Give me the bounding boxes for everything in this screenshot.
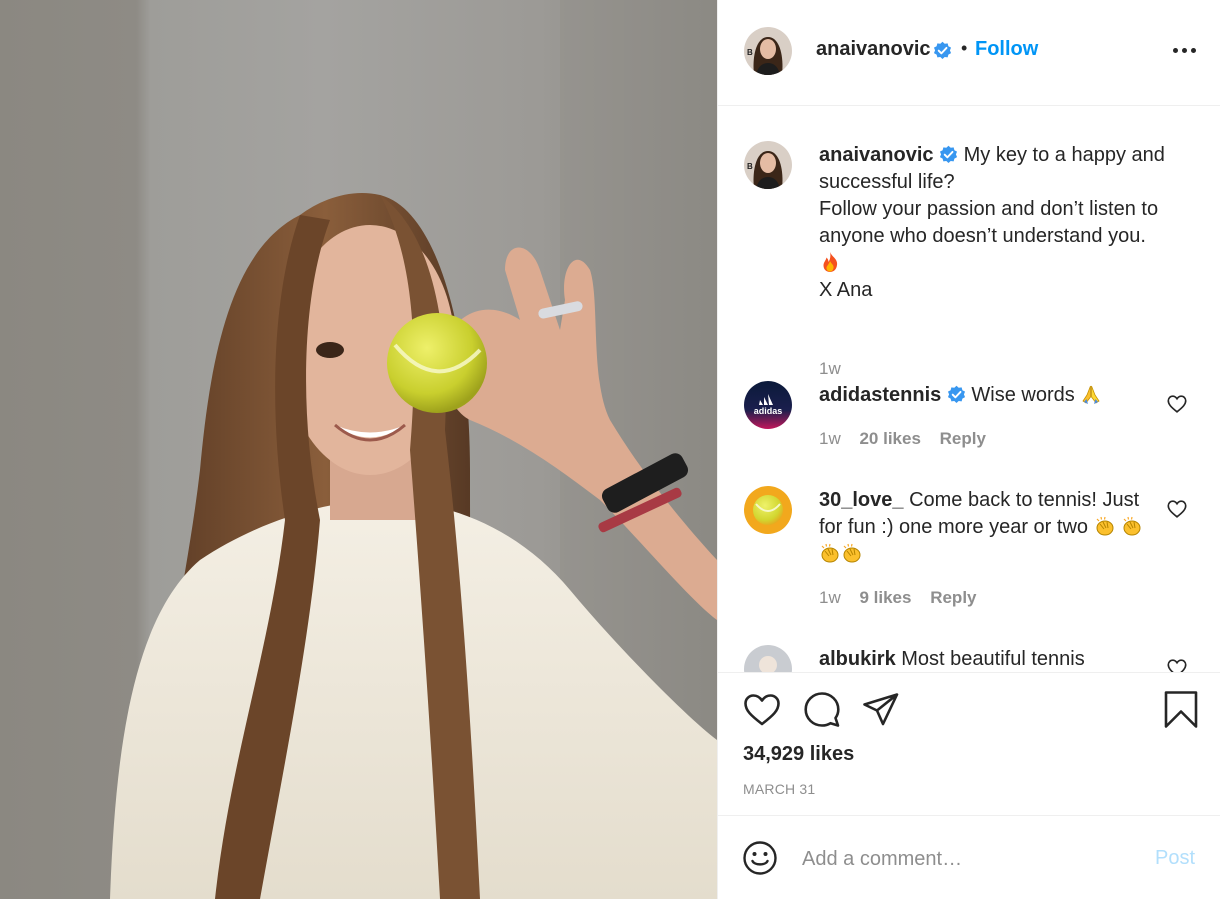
save-bookmark-icon[interactable] — [1161, 690, 1201, 730]
commenter-avatar[interactable] — [744, 645, 792, 672]
header-separator: • — [961, 38, 968, 58]
author-avatar-image: B — [744, 27, 792, 75]
post-header: B anaivanovic • Follow — [718, 0, 1220, 106]
svg-text:B: B — [747, 48, 753, 57]
commenter-avatar-image — [744, 645, 792, 672]
post-photo[interactable] — [0, 0, 717, 899]
svg-text:adidas: adidas — [754, 406, 783, 416]
post-photo-illustration — [110, 0, 717, 899]
comment-likes-count[interactable]: 20 likes — [859, 429, 920, 448]
author-avatar[interactable]: B — [744, 27, 792, 75]
comment-timestamp[interactable]: 1w — [819, 588, 841, 607]
fire-icon — [823, 252, 838, 272]
caption-author-avatar-image: B — [744, 141, 792, 189]
follow-button[interactable]: Follow — [975, 38, 1038, 61]
comment-text: adidastennis Wise words — [819, 382, 1159, 409]
comment-meta: 1w 9 likes Reply — [819, 588, 991, 608]
add-comment-input[interactable] — [802, 844, 1132, 874]
more-options-icon[interactable] — [1173, 42, 1197, 58]
comment-item: 30_love_ Come back to tennis! Just for f… — [718, 486, 1220, 608]
comment-username-link[interactable]: adidastennis — [819, 384, 941, 406]
add-comment-bar: Post — [718, 815, 1220, 899]
svg-text:B: B — [747, 162, 753, 171]
reply-button[interactable]: Reply — [930, 588, 976, 607]
comment-likes-count[interactable]: 9 likes — [859, 588, 911, 607]
reply-button[interactable]: Reply — [940, 429, 986, 448]
comment-meta: 1w 20 likes Reply — [819, 429, 1000, 449]
clapping-hands-icon — [1096, 516, 1114, 536]
comment-text: albukirk Most beautiful tennis — [819, 646, 1159, 672]
verified-badge-icon — [940, 145, 958, 164]
comment-like-heart-icon[interactable] — [1166, 393, 1188, 415]
folded-hands-icon — [1082, 385, 1100, 404]
commenter-avatar[interactable] — [744, 486, 792, 534]
author-username-link[interactable]: anaivanovic — [816, 38, 931, 61]
comment-item: adidas adidastennis Wise words 1w 20 lik — [718, 381, 1220, 461]
post-likes-count[interactable]: 34,929 likes — [743, 743, 854, 766]
comment-bubble-icon[interactable] — [802, 690, 842, 730]
verified-badge-icon — [933, 41, 952, 60]
post-side-panel: B anaivanovic • Follow B anaivanovic My … — [717, 0, 1220, 899]
commenter-avatar[interactable]: adidas — [744, 381, 792, 429]
clapping-hands-icon — [1123, 516, 1141, 536]
post-comment-button[interactable]: Post — [1155, 847, 1195, 870]
caption-text: anaivanovic My key to a happy and succes… — [819, 142, 1184, 304]
comment-username-link[interactable]: albukirk — [819, 648, 896, 670]
caption-line-2: Follow your passion and don’t listen to … — [819, 198, 1159, 247]
comment-text: 30_love_ Come back to tennis! Just for f… — [819, 487, 1159, 568]
comments-list[interactable]: B anaivanovic My key to a happy and succ… — [718, 107, 1220, 672]
caption-username-link[interactable]: anaivanovic — [819, 144, 934, 166]
comment-body: Most beautiful tennis — [901, 648, 1085, 670]
caption-timestamp[interactable]: 1w — [819, 359, 841, 378]
comment-item: albukirk Most beautiful tennis — [718, 645, 1220, 672]
adidas-logo-icon: adidas — [744, 381, 792, 429]
tennis-ball-avatar-image — [744, 486, 792, 534]
caption-meta: 1w — [819, 359, 855, 379]
comment-username-link[interactable]: 30_love_ — [819, 489, 904, 511]
comment-like-heart-icon[interactable] — [1166, 498, 1188, 520]
comment-body: Wise words — [971, 384, 1075, 406]
comment-timestamp[interactable]: 1w — [819, 429, 841, 448]
like-heart-icon[interactable] — [742, 690, 782, 730]
post-date[interactable]: MARCH 31 — [743, 781, 815, 797]
clapping-hands-icon — [821, 543, 839, 563]
share-send-icon[interactable] — [861, 690, 901, 730]
caption: B anaivanovic My key to a happy and succ… — [718, 141, 1220, 378]
clapping-hands-icon — [843, 543, 861, 563]
verified-badge-icon — [947, 385, 965, 404]
comment-like-heart-icon[interactable] — [1166, 657, 1188, 672]
emoji-picker-icon[interactable] — [742, 840, 778, 876]
caption-author-avatar[interactable]: B — [744, 141, 792, 189]
post-actions: 34,929 likes MARCH 31 — [718, 672, 1220, 815]
caption-line-3: X Ana — [819, 279, 873, 301]
